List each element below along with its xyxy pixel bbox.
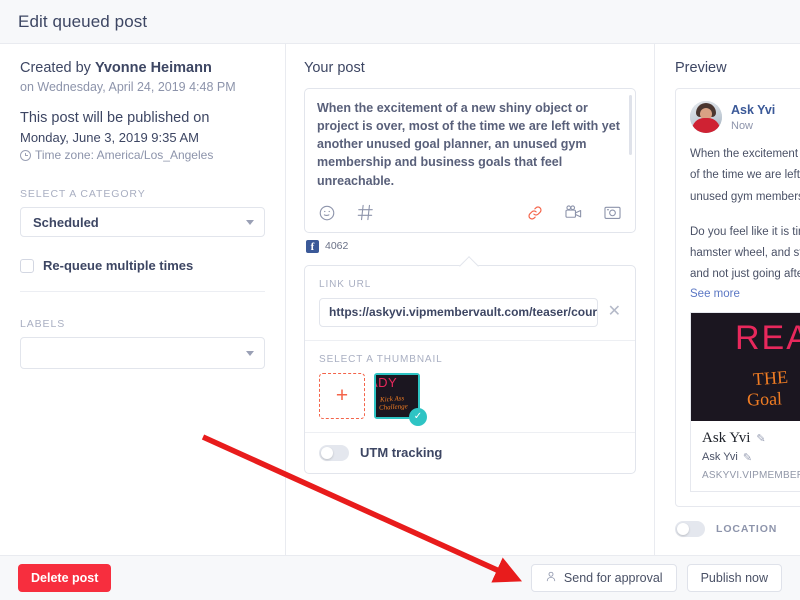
utm-tracking-label: UTM tracking [360, 445, 443, 461]
preview-line: unused gym membersh [690, 190, 800, 203]
preview-paragraph-1: When the excitement o of the time we are… [690, 144, 800, 208]
facebook-icon: f [306, 239, 319, 253]
edit-queued-post-modal: Edit queued post Created by Yvonne Heima… [0, 0, 800, 600]
requeue-checkbox-row[interactable]: Re-queue multiple times [20, 258, 265, 292]
created-by-prefix: Created by [20, 60, 95, 76]
pencil-icon[interactable]: ✎ [743, 451, 752, 464]
see-more-link[interactable]: See more [690, 288, 800, 300]
link-url-input[interactable]: https://askyvi.vipmembervault.com/teaser… [319, 297, 598, 327]
modal-header: Edit queued post [0, 0, 800, 44]
location-label: LOCATION [716, 522, 778, 535]
preview-link-meta: Ask Yvi ✎ Ask Yvi ✎ ASKYVI.VIPMEMBERVAUL [691, 420, 800, 491]
person-icon [545, 570, 557, 586]
publish-date: Monday, June 3, 2019 9:35 AM [20, 130, 199, 145]
preview-hero-title: READY [735, 318, 800, 357]
timezone-label: Time zone: America/Los_Angeles [35, 148, 214, 162]
preview-timestamp: Now [731, 119, 754, 132]
preview-hero-line-2: Goal [746, 387, 783, 410]
delete-post-button[interactable]: Delete post [18, 564, 112, 592]
link-url-row: https://askyvi.vipmembervault.com/teaser… [319, 297, 621, 327]
video-icon[interactable] [564, 203, 583, 222]
created-on-date: on Wednesday, April 24, 2019 4:48 PM [20, 80, 236, 94]
link-settings-panel: LINK URL https://askyvi.vipmembervault.c… [304, 255, 636, 474]
plus-icon: + [335, 383, 349, 407]
camera-icon[interactable] [603, 203, 622, 222]
hashtag-icon[interactable] [356, 203, 375, 222]
character-count: 4062 [325, 240, 349, 253]
preview-link-title: Ask Yvi [702, 429, 751, 446]
requeue-checkbox[interactable] [20, 258, 34, 273]
send-for-approval-label: Send for approval [563, 571, 663, 585]
location-toggle[interactable] [675, 520, 705, 537]
utm-tracking-row[interactable]: UTM tracking [305, 431, 635, 473]
your-post-heading: Your post [304, 60, 365, 76]
avatar [690, 101, 722, 133]
preview-post-text: When the excitement o of the time we are… [690, 144, 800, 286]
created-by-name: Yvonne Heimann [94, 60, 212, 76]
composer-scrollbar[interactable] [629, 95, 632, 155]
preview-heading: Preview [675, 60, 727, 76]
link-url-label: LINK URL [319, 278, 372, 290]
category-label: SELECT A CATEGORY [20, 188, 146, 200]
your-post-panel: Your post When the excitement of a new s… [285, 44, 655, 555]
post-text-input[interactable]: When the excitement of a new shiny objec… [305, 89, 635, 194]
preview-author-name: Ask Yvi [731, 102, 776, 117]
preview-line: Do you feel like it is tim [690, 225, 800, 238]
category-selected-value: Scheduled [33, 214, 99, 230]
preview-line: When the excitement o [690, 148, 800, 160]
modal-body: Created by Yvonne Heimann on Wednesday, … [0, 44, 800, 555]
publish-heading: This post will be published on [20, 110, 210, 126]
thumbnail-title-text: ADY [376, 374, 398, 390]
preview-link-description: Ask Yvi [702, 451, 738, 464]
preview-panel: Preview Ask Yvi Now When the excitement … [655, 44, 800, 555]
preview-author-block: Ask Yvi Now [731, 103, 775, 132]
publish-now-button[interactable]: Publish now [686, 564, 782, 592]
preview-line: of the time we are left v [690, 169, 800, 182]
thumbnail-sub-text-2: Challenge [378, 401, 408, 412]
chevron-down-icon [246, 350, 254, 356]
chevron-down-icon [246, 219, 254, 225]
preview-hero-line-1: THE [752, 366, 789, 389]
labels-label: LABELS [20, 318, 66, 330]
link-icon[interactable] [526, 204, 544, 222]
thumbnail-option-selected[interactable]: ADY Kick Ass Challenge ✓ [374, 372, 427, 426]
add-thumbnail-button[interactable]: + [319, 372, 365, 419]
clock-icon [20, 149, 31, 161]
category-select[interactable]: Scheduled [20, 207, 265, 237]
preview-link-title-row: Ask Yvi ✎ [702, 430, 800, 447]
timezone-row: Time zone: America/Los_Angeles [20, 148, 265, 162]
thumbnail-list: + ADY Kick Ass Challenge ✓ [319, 372, 621, 426]
preview-line: hamster wheel, and ste [690, 247, 800, 260]
preview-card: Ask Yvi Now When the excitement o of the… [675, 88, 800, 507]
composer-toolbar [305, 194, 635, 232]
emoji-icon[interactable] [318, 204, 336, 222]
post-details-panel: Created by Yvonne Heimann on Wednesday, … [0, 44, 285, 555]
pencil-icon[interactable]: ✎ [756, 432, 765, 445]
preview-link-image: READY THE Goal [691, 312, 800, 421]
post-composer[interactable]: When the excitement of a new shiny objec… [304, 88, 636, 233]
created-by-line: Created by Yvonne Heimann [20, 60, 265, 76]
preview-link-card[interactable]: READY THE Goal Ask Yvi ✎ Ask Yvi ✎ [690, 311, 800, 492]
preview-line: and not just going after [690, 268, 800, 281]
thumbnail-label: SELECT A THUMBNAIL [319, 353, 443, 365]
thumbnail-section: SELECT A THUMBNAIL + ADY Kick Ass Challe… [305, 339, 635, 432]
close-icon[interactable]: ✕ [608, 304, 621, 320]
preview-paragraph-2: Do you feel like it is tim hamster wheel… [690, 222, 800, 286]
link-url-section: LINK URL https://askyvi.vipmembervault.c… [305, 266, 635, 340]
page-title: Edit queued post [18, 11, 148, 31]
check-icon: ✓ [409, 407, 427, 426]
location-row[interactable]: LOCATION [675, 520, 800, 537]
character-count-row: f 4062 [306, 239, 636, 253]
modal-footer: Delete post Send for approval Publish no… [0, 555, 800, 600]
requeue-label: Re-queue multiple times [43, 258, 194, 273]
send-for-approval-button[interactable]: Send for approval [530, 564, 677, 592]
preview-author-row: Ask Yvi Now [690, 101, 800, 133]
labels-select[interactable] [20, 337, 265, 369]
preview-link-domain: ASKYVI.VIPMEMBERVAUL [702, 469, 800, 481]
utm-tracking-toggle[interactable] [319, 444, 349, 461]
preview-link-description-row: Ask Yvi ✎ [702, 451, 800, 464]
